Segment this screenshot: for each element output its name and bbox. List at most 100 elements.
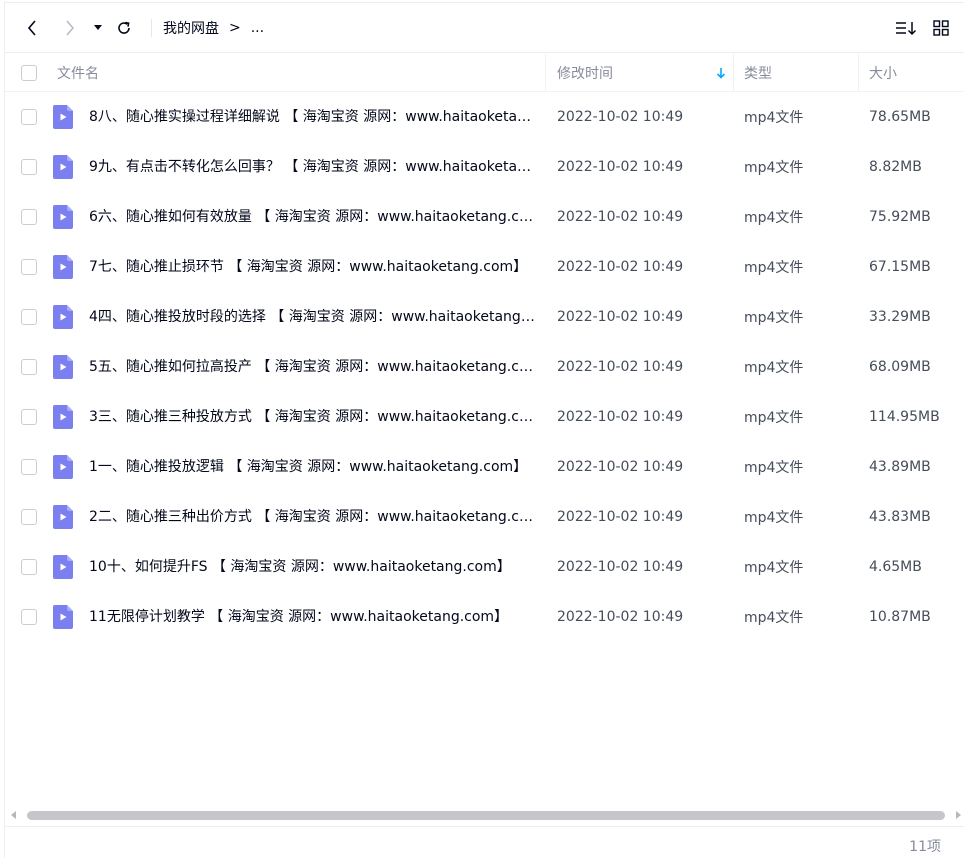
chevron-right-icon xyxy=(66,20,75,36)
file-type: mp4文件 xyxy=(744,560,804,576)
table-row[interactable]: 3三、随心推三种投放方式 【 海淘宝资 源网：www.haitaoketang.… xyxy=(5,392,964,442)
file-name[interactable]: 4四、随心推投放时段的选择 【 海淘宝资 源网：www.haitaoketang… xyxy=(89,292,539,342)
video-file-icon xyxy=(53,342,73,392)
grid-view-icon xyxy=(933,20,949,36)
breadcrumb-root[interactable]: 我的网盘 xyxy=(163,18,219,38)
column-divider[interactable] xyxy=(858,54,859,92)
file-modified-time: 2022-10-02 10:49 xyxy=(557,359,684,375)
history-dropdown[interactable] xyxy=(91,17,105,39)
file-name[interactable]: 8八、随心推实操过程详细解说 【 海淘宝资 源网：www.haitaoketan… xyxy=(89,92,539,142)
toolbar: 我的网盘 > ... xyxy=(5,3,964,53)
file-size: 68.09MB xyxy=(869,359,931,375)
row-checkbox[interactable] xyxy=(21,309,37,325)
table-row[interactable]: 1一、随心推投放逻辑 【 海淘宝资 源网：www.haitaoketang.co… xyxy=(5,442,964,492)
table-row[interactable]: 2二、随心推三种出价方式 【 海淘宝资 源网：www.haitaoketang.… xyxy=(5,492,964,542)
column-header-name[interactable]: 文件名 xyxy=(57,54,99,92)
scroll-left-icon[interactable] xyxy=(9,810,19,820)
row-checkbox[interactable] xyxy=(21,359,37,375)
file-size: 114.95MB xyxy=(869,409,940,425)
video-file-icon xyxy=(53,292,73,342)
video-file-icon xyxy=(53,142,73,192)
table-row[interactable]: 6六、随心推如何有效放量 【 海淘宝资 源网：www.haitaoketang.… xyxy=(5,192,964,242)
table-row[interactable]: 11无限停计划教学 【 海淘宝资 源网：www.haitaoketang.com… xyxy=(5,592,964,642)
file-name[interactable]: 3三、随心推三种投放方式 【 海淘宝资 源网：www.haitaoketang.… xyxy=(89,392,539,442)
column-divider[interactable] xyxy=(545,54,546,92)
sort-descending-icon xyxy=(715,65,727,81)
row-checkbox-cell xyxy=(21,442,37,492)
video-file-icon xyxy=(53,492,73,542)
horizontal-scrollbar[interactable] xyxy=(5,805,964,825)
table-header: 文件名 修改时间 类型 大小 xyxy=(5,54,964,92)
file-size: 43.89MB xyxy=(869,459,931,475)
view-mode-button[interactable] xyxy=(930,17,952,39)
video-file-icon xyxy=(53,392,73,442)
item-count: 11项 xyxy=(909,839,941,855)
file-modified-time: 2022-10-02 10:49 xyxy=(557,559,684,575)
row-checkbox[interactable] xyxy=(21,259,37,275)
breadcrumb-more[interactable]: ... xyxy=(251,20,264,36)
file-size: 8.82MB xyxy=(869,159,922,175)
row-checkbox-cell xyxy=(21,342,37,392)
row-checkbox[interactable] xyxy=(21,559,37,575)
file-modified-time: 2022-10-02 10:49 xyxy=(557,409,684,425)
column-header-size[interactable]: 大小 xyxy=(869,54,897,92)
file-list: 8八、随心推实操过程详细解说 【 海淘宝资 源网：www.haitaoketan… xyxy=(5,92,964,642)
file-modified-time: 2022-10-02 10:49 xyxy=(557,209,684,225)
breadcrumb-separator: > xyxy=(229,20,241,36)
row-checkbox-cell xyxy=(21,542,37,592)
sort-button[interactable] xyxy=(894,17,918,39)
video-file-icon xyxy=(53,242,73,292)
scroll-right-icon[interactable] xyxy=(953,810,963,820)
row-checkbox[interactable] xyxy=(21,409,37,425)
select-all-cell xyxy=(21,54,37,92)
row-checkbox[interactable] xyxy=(21,509,37,525)
column-divider[interactable] xyxy=(733,54,734,92)
file-modified-time: 2022-10-02 10:49 xyxy=(557,509,684,525)
file-size: 43.83MB xyxy=(869,509,931,525)
file-modified-time: 2022-10-02 10:49 xyxy=(557,309,684,325)
back-button[interactable] xyxy=(21,17,43,39)
file-name[interactable]: 5五、随心推如何拉高投产 【 海淘宝资 源网：www.haitaoketang.… xyxy=(89,342,539,392)
column-header-time[interactable]: 修改时间 xyxy=(557,54,613,92)
select-all-checkbox[interactable] xyxy=(21,65,37,81)
file-name[interactable]: 10十、如何提升FS 【 海淘宝资 源网：www.haitaoketang.co… xyxy=(89,542,539,592)
file-type: mp4文件 xyxy=(744,460,804,476)
file-name[interactable]: 6六、随心推如何有效放量 【 海淘宝资 源网：www.haitaoketang.… xyxy=(89,192,539,242)
file-modified-time: 2022-10-02 10:49 xyxy=(557,109,684,125)
file-name[interactable]: 9九、有点击不转化怎么回事？ 【 海淘宝资 源网：www.haitaoketan… xyxy=(89,142,539,192)
table-row[interactable]: 7七、随心推止损环节 【 海淘宝资 源网：www.haitaoketang.co… xyxy=(5,242,964,292)
row-checkbox-cell xyxy=(21,92,37,142)
scrollbar-thumb[interactable] xyxy=(27,811,945,820)
file-modified-time: 2022-10-02 10:49 xyxy=(557,459,684,475)
row-checkbox-cell xyxy=(21,192,37,242)
video-file-icon xyxy=(53,592,73,642)
sort-list-icon xyxy=(896,22,917,36)
video-file-icon xyxy=(53,542,73,592)
row-checkbox[interactable] xyxy=(21,109,37,125)
file-modified-time: 2022-10-02 10:49 xyxy=(557,259,684,275)
file-type: mp4文件 xyxy=(744,360,804,376)
status-bar: 11项 xyxy=(5,826,964,858)
table-row[interactable]: 4四、随心推投放时段的选择 【 海淘宝资 源网：www.haitaoketang… xyxy=(5,292,964,342)
row-checkbox[interactable] xyxy=(21,159,37,175)
table-row[interactable]: 10十、如何提升FS 【 海淘宝资 源网：www.haitaoketang.co… xyxy=(5,542,964,592)
table-row[interactable]: 8八、随心推实操过程详细解说 【 海淘宝资 源网：www.haitaoketan… xyxy=(5,92,964,142)
file-size: 4.65MB xyxy=(869,559,922,575)
row-checkbox-cell xyxy=(21,142,37,192)
refresh-button[interactable] xyxy=(113,17,135,39)
file-size: 33.29MB xyxy=(869,309,931,325)
row-checkbox[interactable] xyxy=(21,209,37,225)
column-header-type[interactable]: 类型 xyxy=(744,54,772,92)
row-checkbox[interactable] xyxy=(21,609,37,625)
file-name[interactable]: 7七、随心推止损环节 【 海淘宝资 源网：www.haitaoketang.co… xyxy=(89,242,539,292)
row-checkbox[interactable] xyxy=(21,459,37,475)
file-name[interactable]: 11无限停计划教学 【 海淘宝资 源网：www.haitaoketang.com… xyxy=(89,592,539,642)
forward-button[interactable] xyxy=(59,17,81,39)
file-modified-time: 2022-10-02 10:49 xyxy=(557,609,684,625)
file-type: mp4文件 xyxy=(744,310,804,326)
table-row[interactable]: 9九、有点击不转化怎么回事？ 【 海淘宝资 源网：www.haitaoketan… xyxy=(5,142,964,192)
file-name[interactable]: 2二、随心推三种出价方式 【 海淘宝资 源网：www.haitaoketang.… xyxy=(89,492,539,542)
table-row[interactable]: 5五、随心推如何拉高投产 【 海淘宝资 源网：www.haitaoketang.… xyxy=(5,342,964,392)
file-name[interactable]: 1一、随心推投放逻辑 【 海淘宝资 源网：www.haitaoketang.co… xyxy=(89,442,539,492)
file-type: mp4文件 xyxy=(744,510,804,526)
